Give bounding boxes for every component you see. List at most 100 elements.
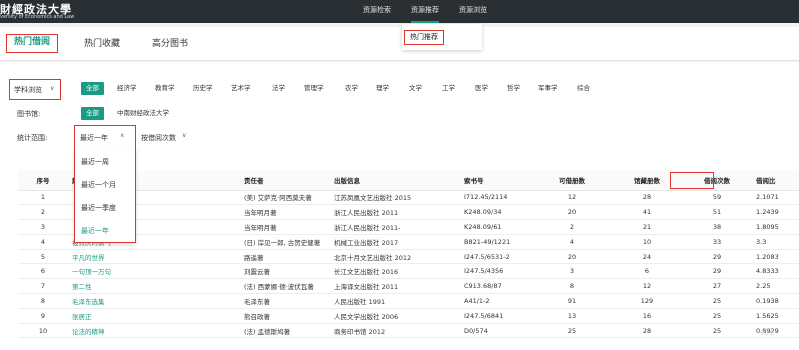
cell-no: 9 [18, 308, 68, 324]
subject-all[interactable]: 全部 [81, 82, 104, 95]
cell-title[interactable]: 张居正 [68, 308, 240, 324]
cell-title[interactable]: 论法的精神 [68, 323, 240, 339]
table-row[interactable]: 10 论法的精神 (法) 孟德斯鸠著 商务印书馆 2012 D0/574 25 28 25 0.… [18, 323, 799, 339]
cell-title[interactable]: 毛泽东选集 [68, 293, 240, 309]
cell-author: (法) 西蒙娜·德·波伏瓦著 [240, 278, 330, 295]
cell-author: 毛泽东著 [240, 293, 330, 309]
tab-hot-borrow[interactable]: 热门借阅 [6, 34, 59, 53]
cell-title[interactable]: 第二性 [68, 278, 240, 295]
tab-hot-favorite[interactable]: 热门收藏 [84, 35, 120, 53]
header-no: 序号 [18, 171, 68, 191]
cell-ratio: 3.3 [752, 234, 799, 250]
library-label: 图书馆: [17, 110, 41, 118]
subject-economics[interactable]: 经济学 [112, 82, 142, 95]
table-row[interactable]: 6 一句顶一万句 刘震云著 长江文艺出版社 2016 I247.5/4356 3 6 29 4.… [18, 263, 799, 280]
subject-philosophy[interactable]: 哲学 [502, 82, 525, 95]
cell-call: A41/1-2 [460, 293, 532, 309]
cell-no: 8 [18, 293, 68, 309]
top-navbar: 財經政法大學 versity of Economics and Law 资源检索… [0, 0, 799, 23]
cell-loans: 51 [682, 204, 752, 221]
cell-avail: 13 [532, 308, 612, 324]
cell-no: 3 [18, 219, 68, 235]
cell-call: I247.5/6841 [460, 308, 532, 324]
cell-call: K248.09/34 [460, 204, 532, 221]
subject-law[interactable]: 法学 [267, 82, 290, 95]
cell-pub: 上海译文出版社 2011 [330, 278, 460, 295]
range-option-quarter[interactable]: 最近一季度 [81, 203, 116, 213]
cell-call: C913.68/87 [460, 278, 532, 295]
chevron-up-icon: ∧ [120, 132, 125, 139]
university-logo[interactable]: 財經政法大學 versity of Economics and Law [0, 1, 90, 22]
subject-engineering[interactable]: 工学 [437, 82, 460, 95]
cell-loans: 33 [682, 234, 752, 250]
cell-author: (法) 孟德斯鸠著 [240, 323, 330, 339]
nav-resource-search[interactable]: 资源检索 [363, 0, 391, 23]
cell-loans: 25 [682, 293, 752, 309]
cell-no: 2 [18, 204, 68, 221]
cell-pub: 人民文学出版社 2006 [330, 308, 460, 324]
subject-medicine[interactable]: 医学 [470, 82, 493, 95]
cell-ratio: 1.2083 [752, 249, 799, 265]
watermark: ɔ2e [760, 328, 775, 337]
cell-no: 6 [18, 263, 68, 280]
header-publication: 出版信息 [330, 171, 460, 191]
subject-management[interactable]: 管理学 [299, 82, 329, 95]
range-select-value: 最近一年 [80, 134, 108, 142]
cell-total: 16 [612, 308, 682, 324]
cell-total: 10 [612, 234, 682, 250]
range-label: 统计范围: [17, 134, 48, 142]
cell-loans: 59 [682, 190, 752, 206]
subject-literature[interactable]: 文学 [404, 82, 427, 95]
nav-resource-recommend[interactable]: 资源推荐 [411, 0, 439, 23]
order-select[interactable]: 按借阅次数 [141, 133, 176, 143]
cell-pub: 商务印书馆 2012 [330, 323, 460, 339]
cell-call: I247.5/6531-2 [460, 249, 532, 265]
cell-ratio: 0.1938 [752, 293, 799, 309]
cell-avail: 12 [532, 190, 612, 206]
cell-author: (美) 艾萨克·阿西莫夫著 [240, 190, 330, 206]
cell-call: D0/574 [460, 323, 532, 339]
cell-call: K248.09/61 [460, 219, 532, 235]
range-option-week[interactable]: 最近一周 [81, 157, 109, 167]
subject-education[interactable]: 教育学 [150, 82, 180, 95]
table-row[interactable]: 5 平凡的世界 路遥著 北京十月文艺出版社 2012 I247.5/6531-2 20 24… [18, 249, 799, 265]
cell-total: 28 [612, 190, 682, 206]
range-option-month[interactable]: 最近一个月 [81, 180, 116, 190]
cell-author: 当年明月著 [240, 219, 330, 235]
cell-total: 129 [612, 293, 682, 309]
range-option-year[interactable]: 最近一年 [81, 226, 109, 236]
subject-browse-label: 学科浏览 [14, 86, 42, 94]
menu-item-hot-recommend[interactable]: 热门推荐 [404, 30, 444, 45]
cell-pub: 北京十月文艺出版社 2012 [330, 249, 460, 265]
header-available[interactable]: 可借册数 [532, 171, 612, 191]
cell-title[interactable]: 平凡的世界 [68, 249, 240, 265]
header-loan-ratio[interactable]: 借阅比 [752, 171, 799, 191]
table-row[interactable]: 7 第二性 (法) 西蒙娜·德·波伏瓦著 上海译文出版社 2011 C913.68/87… [18, 278, 799, 295]
subject-art[interactable]: 艺术学 [226, 82, 256, 95]
cell-pub: 浙江人民出版社 2011 [330, 204, 460, 221]
cell-ratio: 1.2439 [752, 204, 799, 221]
subject-comprehensive[interactable]: 综合 [572, 82, 595, 95]
table-row[interactable]: 9 张居正 熊召政著 人民文学出版社 2006 I247.5/6841 13 16 25 1.5… [18, 308, 799, 324]
cell-no: 5 [18, 249, 68, 265]
logo-english-name: versity of Economics and Law [0, 14, 75, 20]
cell-pub: 人民出版社 1991 [330, 293, 460, 309]
cell-avail: 3 [532, 263, 612, 280]
subject-science[interactable]: 理学 [371, 82, 394, 95]
library-all[interactable]: 全部 [81, 107, 104, 120]
cell-title[interactable]: 一句顶一万句 [68, 263, 240, 280]
cell-avail: 20 [532, 204, 612, 221]
tab-high-score[interactable]: 高分图书 [152, 35, 188, 53]
cell-loans: 27 [682, 278, 752, 295]
table-row[interactable]: 8 毛泽东选集 毛泽东著 人民出版社 1991 A41/1-2 91 129 25 0.1938 [18, 293, 799, 309]
subject-history[interactable]: 历史学 [188, 82, 218, 95]
subject-agriculture[interactable]: 农学 [340, 82, 363, 95]
library-znufe[interactable]: 中南财经政法大学 [112, 107, 174, 120]
cell-total: 6 [612, 263, 682, 280]
cell-ratio: 1.8095 [752, 219, 799, 235]
nav-resource-browse[interactable]: 资源浏览 [459, 0, 487, 23]
cell-total: 12 [612, 278, 682, 295]
cell-loans: 29 [682, 249, 752, 265]
cell-avail: 25 [532, 323, 612, 339]
subject-military[interactable]: 军事学 [533, 82, 563, 95]
